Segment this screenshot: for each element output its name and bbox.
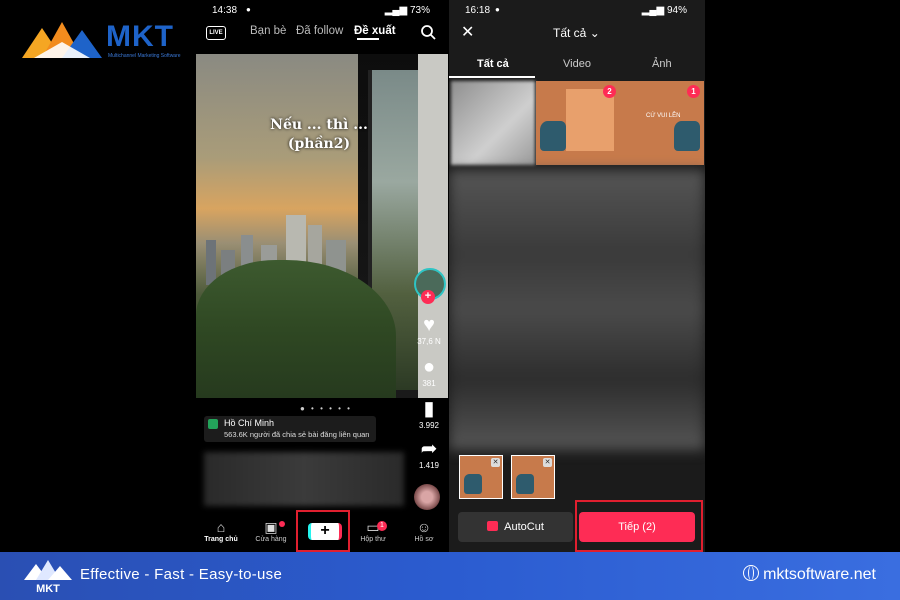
top-navigation: LIVE Bạn bè Đã follow Đề xuất [196,22,448,44]
tab-video[interactable]: Video [563,58,591,70]
thumb-illustration [516,474,534,494]
thumb-paper [566,89,614,151]
battery-level: 94% [666,5,687,16]
phone-media-picker: 16:18 ● ▂▄▆ 94% ✕ Tất cả ⌄ Tất cả Video … [449,0,705,552]
autocut-button[interactable]: AutoCut [458,512,573,542]
battery-level: 73% [409,5,430,16]
nav-profile-label: Hồ sơ [414,536,434,543]
selected-thumb[interactable]: ✕ [459,455,503,499]
home-icon: ⌂ [216,519,226,535]
website-text: mktsoftware.net [763,566,876,583]
tab-all[interactable]: Tất cả [477,58,509,70]
globe-icon [743,565,760,581]
bookmark-icon: ▮ [423,398,435,420]
media-thumb[interactable] [451,81,535,165]
nav-inbox[interactable]: ▭ Hộp thư [350,518,396,543]
nav-inbox-label: Hộp thư [360,536,386,543]
media-thumb[interactable]: CỨ VUI LÊN 1 [620,81,704,165]
nav-shop-label: Cửa hàng [255,536,287,543]
inbox-icon: ▭ [366,519,380,535]
chevron-down-icon: ⌄ [589,26,600,40]
highlight-create-button [296,510,350,552]
location-tag[interactable]: Hồ Chí Minh 563.6K người đã chia sẻ bài … [204,416,376,442]
thumb-illustration [464,474,482,494]
mkt-logo: MKT Multichannel Marketing Software [20,18,195,62]
active-tab-underline [357,38,379,40]
carousel-dots: ● • • • • • [300,404,352,413]
nav-home-label: Trang chủ [204,536,238,543]
thumb-caption: CỨ VUI LÊN [646,113,681,119]
autocut-label: AutoCut [504,521,544,533]
comment-icon: ● [422,356,436,378]
media-preview-blurred [449,170,705,450]
nav-home[interactable]: ⌂ Trang chủ [198,518,244,543]
like-action[interactable]: ♥ 37,6 N [409,314,448,346]
shop-dot-badge [279,521,285,527]
video-caption: Nếu ... thì ... (phần2) [264,116,374,154]
share-action[interactable]: ➦ 1.419 [409,438,448,470]
thumb-illustration [540,121,566,151]
live-icon[interactable]: LIVE [206,26,226,40]
status-battery: ▂▄▆ 94% [641,5,687,16]
album-selector[interactable]: Tất cả ⌄ [553,26,600,40]
phone-tiktok-feed: 14:38 ● ▂▄▆ 73% LIVE Bạn bè Đã follow Đề… [196,0,448,552]
tab-friends[interactable]: Bạn bè [250,25,286,37]
remove-icon[interactable]: ✕ [543,458,552,467]
status-time: 16:18 [465,5,491,16]
video-caption-text: Nếu ... thì ... (phần2) [270,117,368,152]
tab-photo[interactable]: Ảnh [652,58,672,70]
profile-icon: ☺ [416,519,432,535]
selection-number: 1 [687,85,700,98]
heart-icon: ♥ [423,314,435,336]
selected-thumb[interactable]: ✕ [511,455,555,499]
footer-website[interactable]: mktsoftware.net [743,565,876,584]
autocut-icon [487,521,499,531]
status-battery: ▂▄▆ 73% [384,5,430,16]
share-arrow-icon: ➦ [420,438,438,460]
follow-plus-icon[interactable]: + [421,290,435,304]
close-icon[interactable]: ✕ [461,24,474,42]
comment-action[interactable]: ● 381 [409,356,448,388]
tab-for-you[interactable]: Đề xuất [354,25,396,37]
active-tab-underline [449,76,535,78]
remove-icon[interactable]: ✕ [491,458,500,467]
location-name: Hồ Chí Minh [224,418,275,428]
save-action[interactable]: ▮ 3.992 [409,398,448,430]
picker-header: ✕ Tất cả ⌄ [449,22,705,46]
video-window-wall [418,54,448,398]
shopping-bag-icon: ▣ [264,519,278,535]
like-count: 37,6 N [417,337,441,346]
logo-tagline: Multichannel Marketing Software [108,53,181,59]
location-icon [208,419,218,429]
footer-logo-text: MKT [36,583,60,594]
highlight-next-button [575,500,703,552]
messenger-notification-icon: ● [495,5,500,14]
share-count: 1.419 [418,461,440,470]
selection-number: 2 [603,85,616,98]
blurred-description [204,452,404,506]
logo-wordmark: MKT [106,20,174,53]
messenger-notification-icon: ● [246,5,251,14]
tab-following[interactable]: Đã follow [296,25,343,37]
music-disc-icon[interactable] [414,484,440,510]
thumb-illustration [674,121,700,151]
inbox-badge: 1 [377,521,387,531]
media-tabs: Tất cả Video Ảnh [449,50,705,78]
media-thumb[interactable]: 2 [536,81,620,165]
mkt-logo-mark-icon [22,22,102,58]
location-subtitle: 563.6K người đã chia sẻ bài đăng liên qu… [224,430,370,439]
save-count: 3.992 [418,421,440,430]
nav-profile[interactable]: ☺ Hồ sơ [401,518,447,543]
footer-slogan: Effective - Fast - Easy-to-use [80,566,283,583]
album-title: Tất cả [553,26,587,40]
status-time: 14:38 [212,5,238,16]
search-icon[interactable] [420,24,436,40]
comment-count: 381 [422,379,436,388]
mkt-footer-logo-icon: MKT [24,560,72,594]
nav-shop[interactable]: ▣ Cửa hàng [248,518,294,543]
brand-footer: MKT Effective - Fast - Easy-to-use mktso… [0,552,900,600]
